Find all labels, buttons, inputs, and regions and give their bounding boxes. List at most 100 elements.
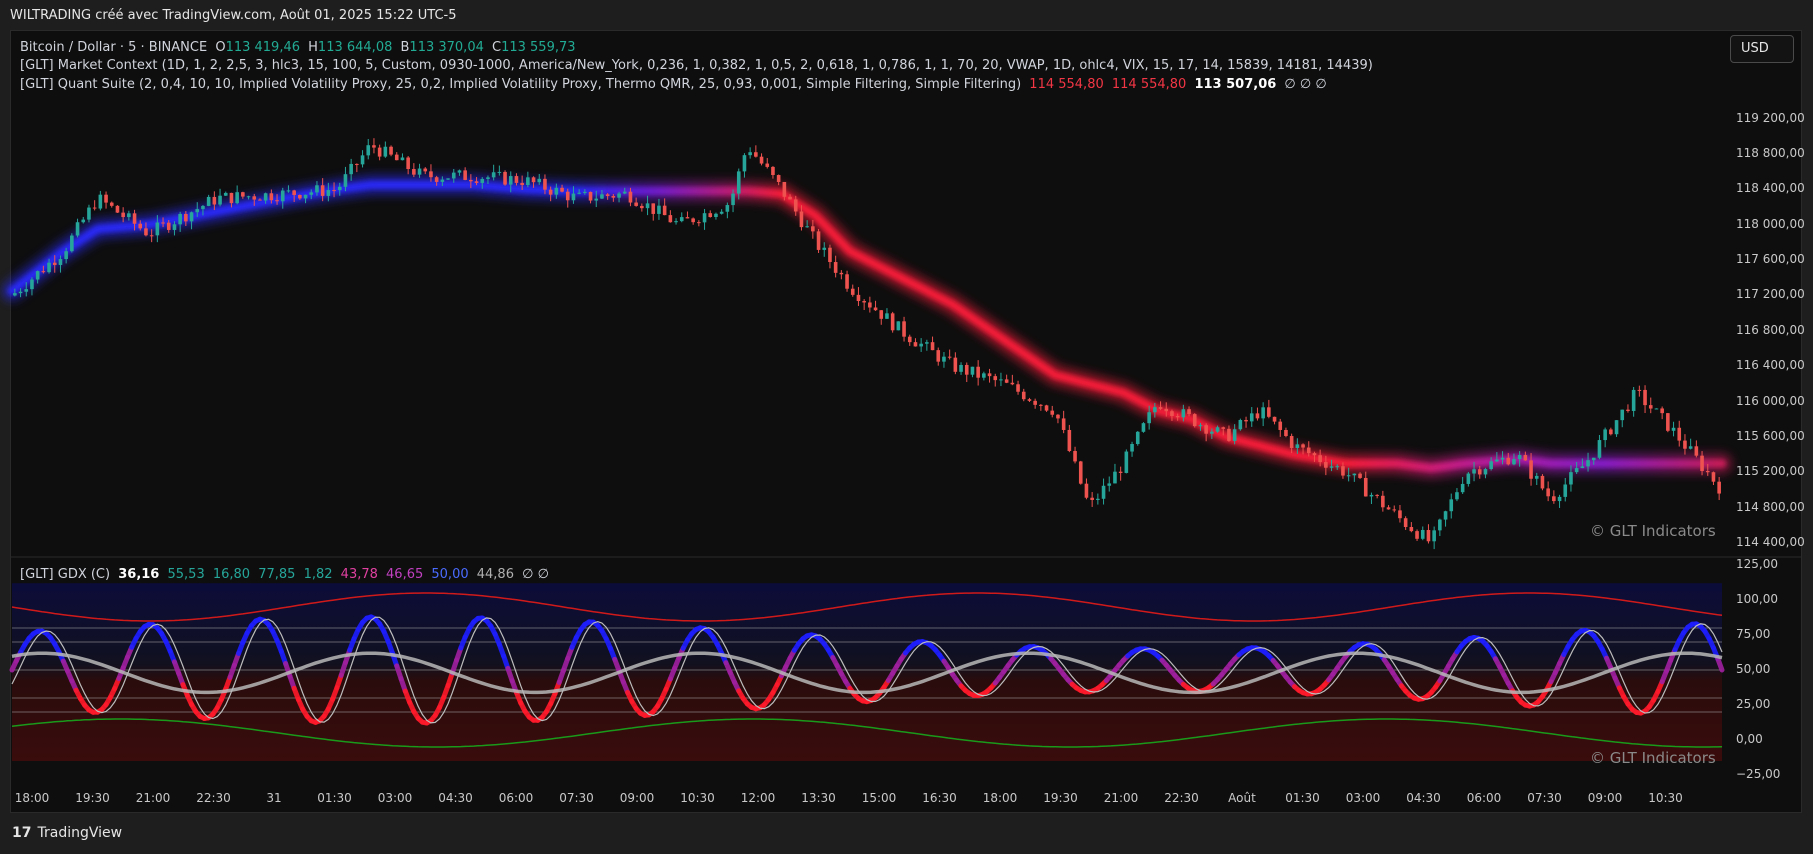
candle-body — [1614, 420, 1619, 435]
candle-body — [491, 172, 496, 178]
candle-body — [201, 205, 205, 210]
candle-body — [1090, 497, 1094, 500]
candle-body — [161, 222, 165, 224]
candle-body — [1460, 483, 1465, 493]
candle-body — [964, 364, 969, 375]
candle-body — [782, 181, 787, 197]
price-axis-label: 116 400,00 — [1736, 358, 1805, 373]
legend-gdx-v8: 50,00 — [431, 567, 469, 582]
legend-symbol[interactable]: Bitcoin / Dollar · 5 · BINANCE — [20, 40, 207, 55]
candle-body — [1409, 527, 1414, 532]
candle-body — [457, 170, 462, 173]
legend-o-value: 113 419,46 — [225, 40, 300, 55]
candle-body — [1597, 440, 1602, 458]
candle-body — [1107, 483, 1112, 486]
candle-body — [1591, 457, 1596, 461]
candle-body — [930, 342, 935, 351]
price-axis-label: 115 200,00 — [1736, 464, 1805, 479]
candle-body — [326, 190, 331, 196]
chart-canvas[interactable] — [0, 0, 1813, 854]
candle-body — [1215, 427, 1220, 432]
candle-body — [976, 366, 980, 378]
candle-body — [75, 222, 80, 236]
candle-body — [982, 373, 986, 378]
candle-body — [1187, 409, 1191, 415]
legend-quant-suite[interactable]: [GLT] Quant Suite (2, 0,4, 10, 10, Impli… — [20, 77, 1331, 92]
legend-market-context[interactable]: [GLT] Market Context (1D, 1, 2, 2,5, 3, … — [20, 58, 1377, 73]
candle-body — [70, 235, 74, 252]
candle-body — [1552, 496, 1556, 502]
candle-body — [1529, 460, 1533, 479]
time-axis-label: 22:30 — [196, 791, 231, 805]
time-axis-label: 21:00 — [135, 791, 171, 805]
candle-body — [828, 247, 832, 263]
candle-body — [1272, 416, 1277, 422]
candle-body — [178, 213, 182, 225]
candle-body — [377, 147, 382, 157]
candle-body — [708, 213, 713, 217]
time-axis-label: Août — [1228, 791, 1256, 805]
candle-body — [1004, 379, 1009, 383]
candle-body — [543, 178, 547, 190]
time-axis-label: 07:30 — [1527, 791, 1562, 805]
candle-body — [583, 191, 587, 193]
candle-body — [1238, 419, 1243, 430]
time-axis-label: 01:30 — [317, 791, 352, 805]
candle-body — [1175, 416, 1180, 418]
candle-body — [1073, 450, 1077, 462]
tradingview-brand[interactable]: 17 TradingView — [12, 825, 122, 841]
legend-gdx-v9: 44,86 — [476, 567, 514, 582]
time-axis-label: 18:00 — [982, 791, 1018, 805]
candle-body — [1352, 473, 1357, 476]
candle-body — [822, 247, 827, 250]
candle-body — [258, 199, 262, 201]
candle-body — [298, 194, 302, 199]
candle-body — [617, 193, 621, 198]
candle-body — [1153, 407, 1157, 413]
time-axis-label: 06:00 — [498, 791, 534, 805]
candle-body — [662, 205, 667, 216]
price-axis-label: 119 200,00 — [1736, 110, 1805, 125]
candle-body — [463, 170, 467, 180]
candle-body — [571, 193, 576, 201]
candle-body — [1534, 475, 1539, 479]
candle-body — [1438, 519, 1442, 531]
oscillator-axis-label: 0,00 — [1736, 732, 1763, 746]
legend-gdx[interactable]: [GLT] GDX (C) 36,16 55,53 16,80 77,85 1,… — [20, 567, 553, 582]
legend-h-value: 113 644,08 — [317, 40, 393, 55]
price-axis-label: 116 000,00 — [1736, 393, 1805, 408]
currency-button[interactable]: USD — [1730, 35, 1794, 63]
oscillator-axis-label: −25,00 — [1736, 767, 1781, 781]
candle-body — [526, 177, 530, 186]
time-axis-label: 03:00 — [377, 791, 413, 805]
candle-body — [679, 217, 684, 222]
watermark-bottom: © GLT Indicators — [1590, 749, 1716, 767]
candle-body — [87, 207, 91, 220]
candle-body — [1324, 462, 1328, 468]
candle-body — [1158, 407, 1163, 409]
candle-body — [531, 177, 536, 183]
candle-body — [423, 168, 428, 172]
candle-body — [839, 272, 844, 275]
candle-body — [1016, 384, 1020, 392]
candle-body — [560, 187, 564, 192]
tradingview-logo-icon: 17 — [12, 825, 32, 841]
time-axis-label: 03:00 — [1345, 791, 1381, 805]
candle-body — [109, 202, 114, 206]
candle-body — [668, 215, 673, 223]
price-axis-label: 117 200,00 — [1736, 287, 1805, 302]
time-axis-label: 22:30 — [1164, 791, 1199, 805]
candle-body — [275, 200, 279, 202]
trend-band — [8, 180, 1726, 473]
watermark-top: © GLT Indicators — [1590, 522, 1716, 540]
candle-body — [206, 196, 211, 206]
time-axis-label: 01:30 — [1285, 791, 1320, 805]
legend-gdx-v2: 55,53 — [167, 567, 205, 582]
candle-body — [885, 313, 889, 319]
candle-body — [223, 192, 228, 196]
candle-body — [360, 155, 365, 165]
candle-body — [628, 191, 633, 203]
candle-body — [1329, 466, 1334, 468]
candle-body — [1295, 444, 1300, 448]
candle-body — [35, 271, 40, 280]
